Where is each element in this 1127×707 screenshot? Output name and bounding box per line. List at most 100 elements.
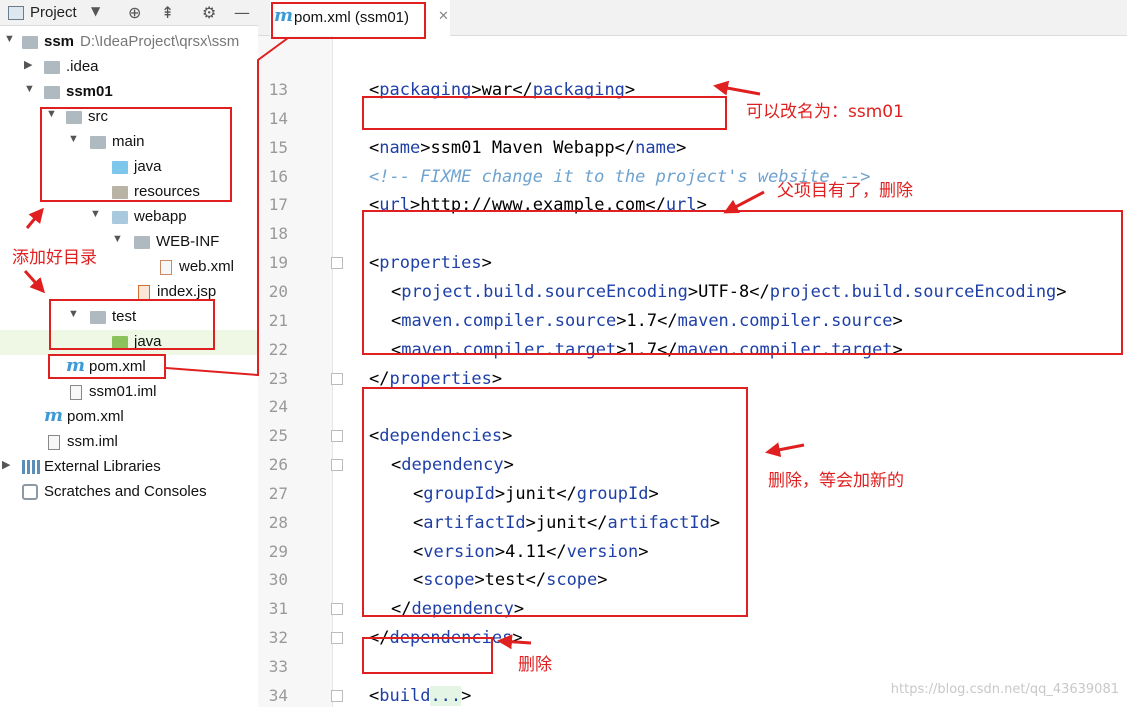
expand-arrow-icon[interactable]: ▼: [4, 33, 15, 45]
tree-item-label: WEB-INF: [156, 233, 220, 250]
fold-marker-icon[interactable]: [331, 689, 343, 702]
tree-item-label: Scratches and Consoles: [44, 483, 207, 500]
iml-file-icon: [70, 385, 82, 400]
iml-file-icon: [48, 435, 60, 450]
fold-marker-icon[interactable]: [331, 603, 343, 616]
tree-item-path: D:\IdeaProject\qrsx\ssm: [80, 33, 240, 50]
tree-item-label: index.jsp: [157, 283, 217, 300]
tree-item-label: ssm: [44, 33, 75, 50]
tree-item-label: External Libraries: [44, 458, 161, 475]
line-number: 31: [268, 599, 288, 619]
fold-marker-icon[interactable]: [331, 459, 343, 472]
tree-item-ssm[interactable]: ▼ ssm D:\IdeaProject\qrsx\ssm: [0, 30, 258, 55]
line-number: 15: [268, 137, 288, 157]
pom-highlight-box: [48, 354, 166, 379]
xml-tag-name: properties: [389, 368, 492, 389]
line-gutter: 13 14 15 16 17 18 19 20 21 22 23 24 25 26 27 28 29 30 31 32…: [258, 36, 343, 707]
project-title[interactable]: Project: [30, 4, 77, 21]
tree-item-ssm-iml[interactable]: ssm.iml: [0, 430, 258, 455]
properties-highlight-box: [362, 210, 1123, 355]
fold-marker-icon[interactable]: [331, 430, 343, 443]
close-icon[interactable]: ✕: [438, 9, 449, 24]
xml-tag-name: name: [379, 137, 421, 158]
tree-item-ssm01-iml[interactable]: ssm01.iml: [0, 380, 258, 405]
jsp-file-icon: [138, 285, 150, 300]
watermark: https://blog.csdn.net/qq_43639081: [890, 682, 1119, 697]
rename-note: 可以改名为：ssm01: [746, 102, 904, 122]
line-number: 19: [268, 253, 288, 273]
expand-arrow-icon[interactable]: ▼: [90, 208, 101, 220]
xml-text: >: [676, 137, 687, 158]
tree-item-label: ssm01: [66, 83, 113, 100]
fold-marker-icon[interactable]: [331, 372, 343, 385]
line-number: 29: [268, 541, 288, 561]
tree-item-label: ssm01.iml: [89, 383, 157, 400]
line-number: 24: [268, 397, 288, 417]
line-number: 17: [268, 195, 288, 215]
xml-text: >: [461, 685, 472, 706]
folded-region: ...: [430, 685, 462, 706]
line-number: 34: [268, 685, 288, 705]
folder-icon: [134, 236, 150, 249]
xml-text: <: [369, 137, 380, 158]
line-number: 22: [268, 339, 288, 359]
xml-tag-name: name: [635, 137, 677, 158]
tree-item-label: .idea: [66, 58, 99, 75]
collapse-icon[interactable]: ⇞: [161, 3, 174, 22]
line-number: 16: [268, 166, 288, 186]
line-number: 20: [268, 281, 288, 301]
expand-arrow-icon[interactable]: ▶: [2, 458, 10, 471]
line-number: 30: [268, 570, 288, 590]
module-folder-icon: [22, 36, 38, 49]
scratches-icon: [22, 484, 38, 500]
tree-item-label: web.xml: [179, 258, 235, 275]
xml-text: </: [369, 368, 390, 389]
library-icon: [22, 460, 40, 474]
folder-icon: [44, 61, 60, 74]
line-number: 27: [268, 483, 288, 503]
xml-file-icon: [160, 260, 172, 275]
xml-tag-name: build: [379, 685, 431, 706]
expand-arrow-icon[interactable]: ▼: [24, 83, 35, 95]
tree-item-webapp[interactable]: ▼ webapp: [0, 205, 258, 230]
line-number: 18: [268, 224, 288, 244]
tree-item-external-libraries[interactable]: ▶ External Libraries: [0, 455, 258, 480]
dependencies-highlight-box: [362, 387, 748, 617]
gear-icon[interactable]: ⚙: [202, 3, 216, 22]
line-number: 33: [268, 657, 288, 676]
main-dir-highlight-box: [40, 107, 232, 202]
module-folder-icon: [44, 86, 60, 99]
line-number: 25: [268, 426, 288, 446]
parent-note: 父项目有了，删除: [777, 181, 913, 201]
delete-note: 删除: [518, 655, 552, 675]
tree-item-scratches[interactable]: Scratches and Consoles: [0, 480, 258, 505]
code-line[interactable]: <name>ssm01 Maven Webapp</name>: [369, 138, 686, 158]
line-number: 14: [268, 108, 288, 128]
test-dir-highlight-box: [49, 299, 215, 350]
tree-item-ssm-pom[interactable]: m pom.xml: [0, 405, 258, 430]
xml-text: >ssm01 Maven Webapp</: [420, 137, 636, 158]
fold-marker-icon[interactable]: [331, 257, 343, 270]
target-icon[interactable]: ⊕: [128, 3, 141, 22]
code-line[interactable]: <build...>: [369, 685, 472, 706]
xml-text: >: [512, 628, 523, 649]
xml-text: <: [369, 685, 380, 706]
line-number: 26: [268, 455, 288, 475]
tree-item-label: pom.xml: [67, 408, 124, 425]
fold-marker-icon[interactable]: [331, 632, 343, 645]
line-number: 23: [268, 368, 288, 388]
code-line[interactable]: </properties>: [369, 369, 502, 389]
line-number: 13: [268, 80, 288, 99]
maven-icon: m: [44, 405, 64, 426]
tab-highlight-box: [271, 2, 426, 39]
minimize-icon[interactable]: —: [234, 3, 250, 22]
tree-item-idea[interactable]: ▶ .idea: [0, 55, 258, 80]
tree-item-ssm01[interactable]: ▼ ssm01: [0, 80, 258, 105]
expand-arrow-icon[interactable]: ▶: [24, 58, 32, 71]
chevron-down-icon[interactable]: ▼: [91, 4, 100, 18]
build-highlight-box: [362, 637, 493, 674]
delete-wait-note: 删除，等会加新的: [768, 471, 904, 491]
project-toolbar: Project ▼ ⊕ ⇞ ⚙ —: [0, 0, 258, 26]
expand-arrow-icon[interactable]: ▼: [112, 233, 123, 245]
added-dirs-note: 添加好目录: [12, 248, 97, 268]
